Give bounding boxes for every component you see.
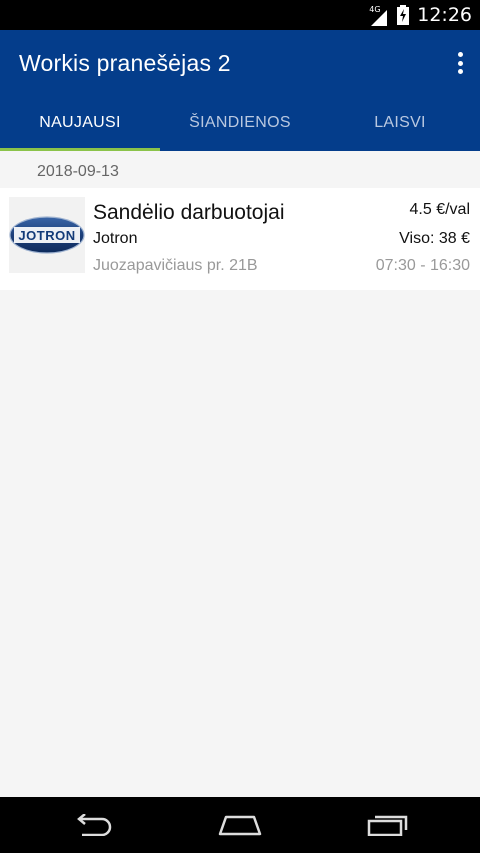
status-icons: 4G 12:26 [369, 0, 472, 30]
tab-laisvi[interactable]: LAISVI [320, 97, 480, 151]
signal-icon: 4G [369, 4, 389, 26]
app-title: Workis pranešėjas 2 [19, 50, 231, 76]
jotron-logo-icon: JOTRON [9, 216, 85, 254]
total-pay: Viso: 38 € [399, 230, 470, 247]
job-title: Sandėlio darbuotojai [93, 201, 285, 224]
date-header: 2018-09-13 [37, 163, 119, 180]
overflow-menu-icon[interactable] [454, 50, 466, 76]
back-icon[interactable] [68, 811, 116, 839]
tab-bar: NAUJAUSI ŠIANDIENOS LAISVI [0, 97, 480, 151]
home-icon[interactable] [216, 811, 264, 839]
app-bar: Workis pranešėjas 2 [0, 30, 480, 97]
system-nav-bar [0, 797, 480, 853]
recent-apps-icon[interactable] [364, 811, 412, 839]
company-name: Jotron [93, 230, 138, 247]
status-clock: 12:26 [417, 4, 472, 26]
tab-naujausi[interactable]: NAUJAUSI [0, 97, 160, 151]
work-hours: 07:30 - 16:30 [375, 257, 470, 274]
job-list-item[interactable]: JOTRON Sandėlio darbuotojai Jotron Juoza… [0, 188, 480, 290]
status-bar: 4G 12:26 [0, 0, 480, 30]
job-list[interactable]: 2018-09-13 JOTRON Sandėlio darbuotojai J… [0, 151, 480, 797]
company-logo: JOTRON [9, 197, 85, 273]
battery-charging-icon [397, 5, 410, 25]
svg-text:JOTRON: JOTRON [18, 228, 75, 243]
hourly-rate: 4.5 €/val [409, 201, 470, 218]
tab-siandienos[interactable]: ŠIANDIENOS [160, 97, 320, 151]
job-address: Juozapavičiaus pr. 21B [93, 257, 258, 274]
